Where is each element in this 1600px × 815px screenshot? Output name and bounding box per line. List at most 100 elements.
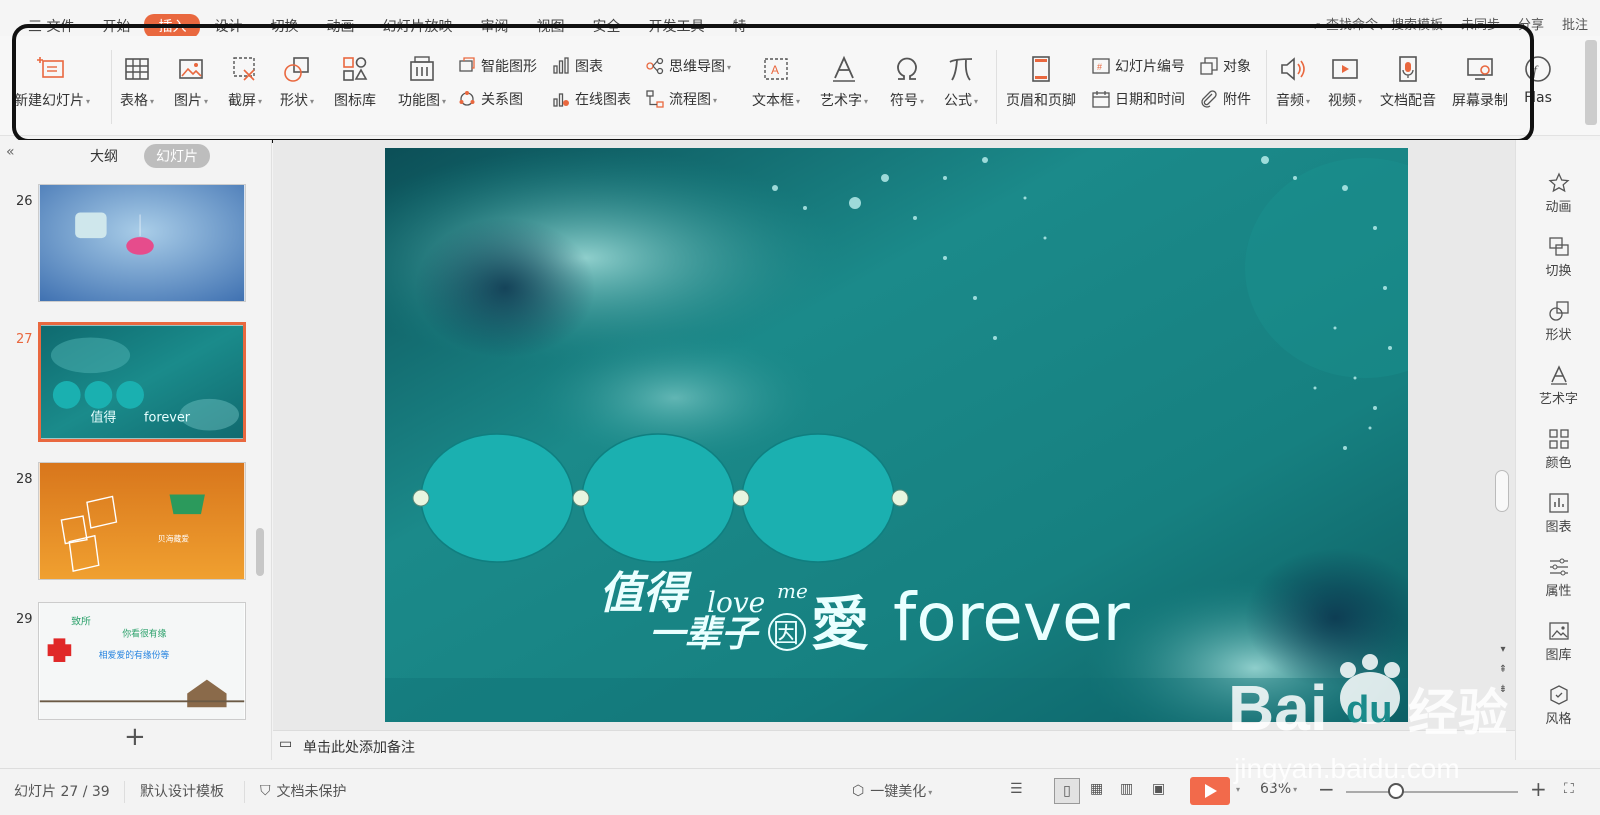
sidebar-transition[interactable]: 切换: [1516, 236, 1600, 279]
collapse-panel-button[interactable]: «: [6, 144, 15, 160]
header-footer-icon: [1024, 52, 1058, 86]
shape-button[interactable]: 形状: [280, 52, 314, 110]
gallery-icon: [1548, 622, 1569, 640]
notes-toggle-button[interactable]: ☰: [1010, 781, 1023, 797]
chart-button[interactable]: 图表: [552, 56, 603, 76]
screen-record-button[interactable]: 屏幕录制: [1452, 52, 1508, 110]
page-nav-arrows[interactable]: ▾ ⇞ ⇟: [1497, 640, 1509, 700]
tab-home[interactable]: 开始: [88, 14, 144, 36]
icon-library-label: 图标库: [334, 93, 376, 109]
sidebar-animation[interactable]: 动画: [1516, 172, 1600, 215]
slide-thumbnail[interactable]: [38, 184, 246, 302]
beautify-button[interactable]: ⬡ 一键美化: [852, 781, 932, 801]
datetime-button[interactable]: 日期和时间: [1092, 89, 1185, 109]
slide-thumbnail[interactable]: 贝海藏爱: [38, 462, 246, 580]
reading-view-button[interactable]: ▥: [1120, 781, 1133, 797]
tab-slides[interactable]: 幻灯片: [144, 144, 210, 168]
tab-view[interactable]: 视图: [522, 14, 578, 36]
picture-button[interactable]: 图片: [174, 52, 208, 110]
grid-icon: ▦: [1090, 781, 1104, 797]
textbox-label: 文本框: [752, 90, 800, 110]
sorter-view-button[interactable]: ▦: [1090, 781, 1103, 797]
sidebar-animation-label: 动画: [1545, 200, 1572, 215]
slide-number-button[interactable]: # 幻灯片编号: [1092, 56, 1185, 76]
template-name[interactable]: 默认设计模板: [140, 781, 224, 801]
protection-status[interactable]: ⛉ 文档未保护: [260, 781, 347, 801]
svg-text:值得: 值得: [91, 410, 117, 426]
comment-button[interactable]: 批注: [1562, 14, 1588, 33]
sync-status[interactable]: 未同步: [1461, 14, 1500, 33]
zoom-level[interactable]: 63%: [1260, 781, 1297, 797]
new-slide-button[interactable]: 新建幻灯片: [14, 52, 90, 110]
screenshot-button[interactable]: 截屏: [228, 52, 262, 110]
sidebar-color[interactable]: 颜色: [1516, 428, 1600, 471]
wordart-button[interactable]: 艺术字: [820, 52, 868, 110]
tab-animation[interactable]: 动画: [312, 14, 368, 36]
slide-thumbnail-current[interactable]: 值得 forever: [38, 322, 246, 442]
icon-library-button[interactable]: 图标库: [334, 52, 376, 110]
add-slide-button[interactable]: +: [124, 722, 146, 752]
tab-slideshow[interactable]: 幻灯片放映: [368, 14, 466, 36]
doc-voice-button[interactable]: 文档配音: [1380, 52, 1436, 110]
object-button[interactable]: 对象: [1200, 56, 1251, 76]
sidebar-gallery[interactable]: 图库: [1516, 620, 1600, 663]
sidebar-scrollbar[interactable]: [1585, 40, 1597, 125]
header-footer-button[interactable]: 页眉和页脚: [1006, 52, 1076, 110]
play-options-caret[interactable]: [1234, 781, 1240, 797]
sidebar-color-label: 颜色: [1545, 456, 1572, 471]
smartart-button[interactable]: 智能图形: [458, 56, 537, 76]
shape-label: 形状: [280, 90, 314, 110]
fit-window-button[interactable]: ⛶: [1564, 781, 1574, 797]
tab-outline[interactable]: 大纲: [78, 144, 130, 168]
tab-insert[interactable]: 插入: [144, 14, 201, 36]
editor-scrollbar[interactable]: [1495, 470, 1509, 512]
play-slideshow-button[interactable]: [1190, 777, 1230, 805]
sidebar-gallery-label: 图库: [1545, 648, 1572, 663]
slide-thumbnail[interactable]: 致所 你看很有缘 相爱爱的有缘份等: [38, 602, 246, 720]
zoom-slider-thumb[interactable]: [1388, 783, 1404, 799]
audio-button[interactable]: 音频: [1276, 52, 1310, 110]
sidebar-properties[interactable]: 属性: [1516, 556, 1600, 599]
tab-review[interactable]: 审阅: [466, 14, 522, 36]
slide-panel: « 大纲 幻灯片 26 27 值得 forever 28 贝海藏爱 29 致所 …: [0, 140, 272, 760]
textbox-button[interactable]: A 文本框: [752, 52, 800, 110]
tab-design[interactable]: 设计: [200, 14, 256, 36]
tab-transition[interactable]: 切换: [256, 14, 312, 36]
search-command[interactable]: ⌕ 查找命令、搜索模板: [1315, 14, 1443, 33]
presenter-view-button[interactable]: ▣: [1152, 781, 1165, 797]
function-chart-button[interactable]: 功能图: [398, 52, 446, 110]
tab-security[interactable]: 安全: [578, 14, 634, 36]
sidebar-shape[interactable]: 形状: [1516, 300, 1600, 343]
zoom-in-button[interactable]: +: [1530, 777, 1547, 801]
video-button[interactable]: 视频: [1328, 52, 1362, 110]
bar-chart-icon: [553, 57, 569, 74]
online-chart-button[interactable]: 在线图表: [552, 89, 631, 109]
play-caret-icon: [1234, 781, 1240, 797]
slide-number: 28: [16, 472, 33, 487]
share-button[interactable]: 分享: [1518, 14, 1544, 33]
sidebar-chart[interactable]: 图表: [1516, 492, 1600, 535]
sidebar-wordart[interactable]: 艺术字: [1516, 364, 1600, 407]
smartart-icon: [459, 57, 475, 72]
chart-icon: [1548, 493, 1569, 513]
flowchart-button[interactable]: 流程图: [646, 89, 717, 109]
normal-view-button[interactable]: ▯: [1054, 778, 1080, 804]
zoom-slider[interactable]: [1346, 791, 1518, 793]
tab-developer[interactable]: 开发工具: [634, 14, 718, 36]
zoom-out-button[interactable]: −: [1318, 777, 1335, 801]
relation-chart-button[interactable]: 关系图: [458, 89, 523, 109]
formula-button[interactable]: 公式: [944, 52, 978, 110]
sidebar-style[interactable]: 风格: [1516, 684, 1600, 727]
thumbnail-scrollbar[interactable]: [256, 528, 264, 576]
mind-map-button[interactable]: 思维导图: [646, 56, 731, 76]
new-slide-icon: [35, 52, 69, 86]
symbol-button[interactable]: 符号: [890, 52, 924, 110]
tab-file[interactable]: 三 文件: [14, 14, 88, 36]
table-button[interactable]: 表格: [120, 52, 154, 110]
attachment-button[interactable]: 附件: [1200, 89, 1251, 109]
relation-chart-icon: [459, 91, 475, 106]
tab-special[interactable]: 特: [718, 14, 760, 36]
flash-button[interactable]: f Flas: [1524, 52, 1552, 106]
slide-canvas[interactable]: 值得 一辈子 love me 因 愛 forever: [385, 148, 1408, 722]
notes-area[interactable]: ▭ 单击此处添加备注: [273, 730, 1515, 760]
